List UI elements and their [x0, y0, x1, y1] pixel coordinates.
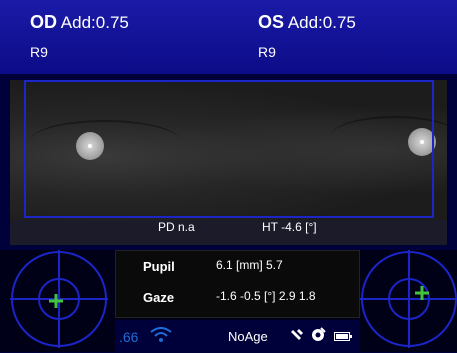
- os-add-label: OS Add:0.75: [258, 12, 356, 33]
- left-gaze-target: [10, 250, 108, 348]
- roi-frame: [24, 80, 434, 218]
- os-add-value: Add:0.75: [287, 13, 356, 32]
- ht-readout: HT -4.6 [°]: [262, 220, 317, 234]
- header-bar: OD Add:0.75 R9 OS Add:0.75 R9: [0, 0, 457, 74]
- left-crosshair-icon: [10, 250, 108, 348]
- od-sub-label: R9: [30, 44, 48, 60]
- pd-readout: PD n.a: [158, 220, 195, 234]
- camera-gear-icon: [312, 327, 326, 341]
- tool-icon: [291, 329, 303, 340]
- age-status: NoAge: [228, 329, 268, 344]
- od-side-label: OD: [30, 12, 57, 32]
- os-sub-label: R9: [258, 44, 276, 60]
- measurement-panel: Pupil 6.1 [mm] 5.7 Gaze -1.6 -0.5 [°] 2.…: [115, 250, 360, 318]
- wifi-icon: [150, 327, 172, 342]
- right-gaze-target: [360, 250, 457, 348]
- os-side-label: OS: [258, 12, 285, 32]
- camera-view[interactable]: PD n.a HT -4.6 [°]: [10, 80, 447, 245]
- od-add-label: OD Add:0.75: [30, 12, 129, 33]
- status-number: .66: [119, 329, 139, 345]
- pupil-value: 6.1 [mm] 5.7: [216, 258, 283, 272]
- gaze-value: -1.6 -0.5 [°] 2.9 1.8: [216, 289, 316, 303]
- pupil-label: Pupil: [143, 259, 175, 274]
- right-crosshair-icon: [360, 250, 457, 348]
- od-add-value: Add:0.75: [60, 13, 129, 32]
- status-bar: .66 NoAge: [115, 320, 360, 352]
- gaze-label: Gaze: [143, 290, 175, 305]
- battery-icon: [334, 332, 352, 341]
